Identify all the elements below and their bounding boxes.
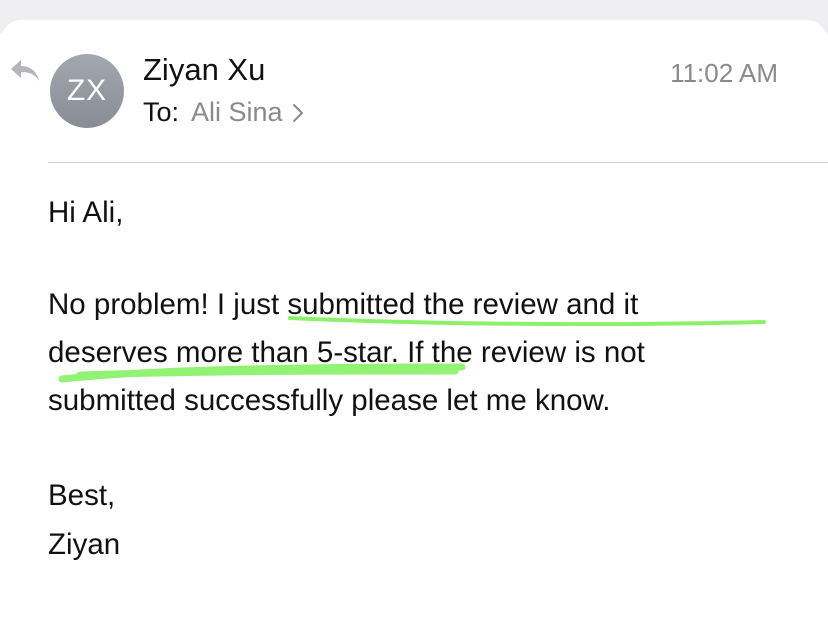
avatar[interactable]: ZX <box>50 54 124 128</box>
recipient-name[interactable]: Ali Sina <box>191 97 283 128</box>
body-line-3: submitted successfully please let me kno… <box>48 384 611 417</box>
avatar-initials: ZX <box>66 74 108 107</box>
body-line-2: deserves more than 5-star. If the review… <box>48 336 645 369</box>
body-line-1: No problem! I just submitted the review … <box>48 288 639 321</box>
timestamp: 11:02 AM <box>670 58 778 88</box>
signature: Ziyan <box>48 528 121 561</box>
header-divider <box>48 162 828 163</box>
recipients-row[interactable]: To: Ali Sina <box>143 97 304 128</box>
chevron-right-icon[interactable] <box>292 103 304 123</box>
reply-arrow-icon[interactable] <box>8 56 42 86</box>
sender-name[interactable]: Ziyan Xu <box>143 52 265 88</box>
to-label: To: <box>143 97 180 127</box>
greeting: Hi Ali, <box>48 196 124 229</box>
signoff: Best, <box>48 479 116 512</box>
email-card <box>0 20 828 635</box>
